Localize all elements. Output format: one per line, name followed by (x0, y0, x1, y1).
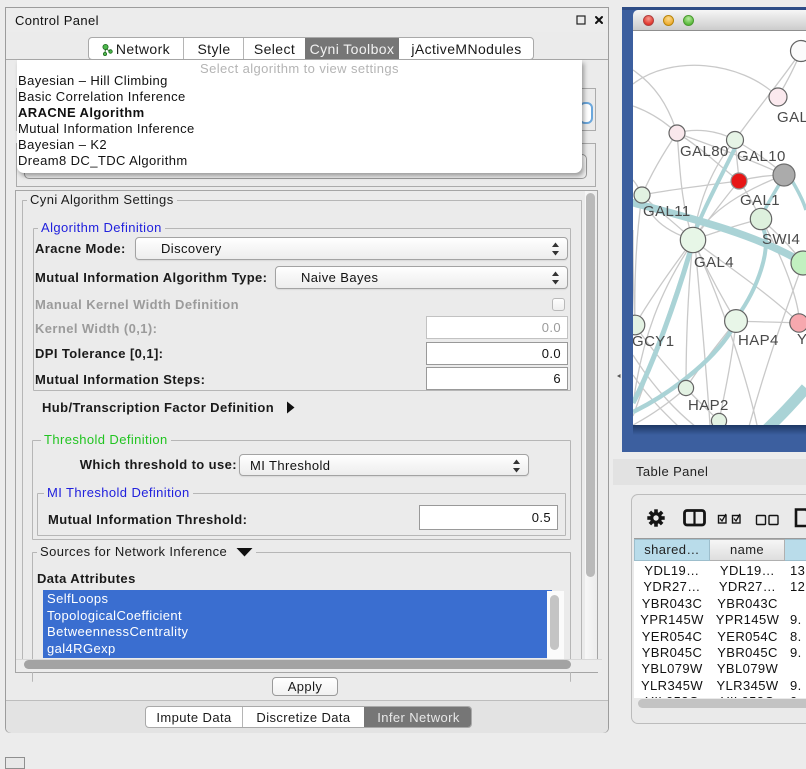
svg-text:HAP2: HAP2 (688, 397, 729, 414)
svg-text:GAL7: GAL7 (777, 109, 806, 126)
svg-text:GAL1: GAL1 (740, 192, 780, 209)
svg-text:GAL10: GAL10 (737, 148, 786, 165)
svg-text:GCY1: GCY1 (633, 333, 674, 350)
svg-text:YP: YP (797, 331, 806, 348)
svg-text:GAL4: GAL4 (694, 254, 734, 271)
svg-text:GAL11: GAL11 (643, 203, 691, 220)
svg-text:HAP4: HAP4 (738, 332, 779, 349)
svg-text:SWI4: SWI4 (762, 231, 800, 248)
svg-text:GAL80: GAL80 (680, 143, 729, 160)
